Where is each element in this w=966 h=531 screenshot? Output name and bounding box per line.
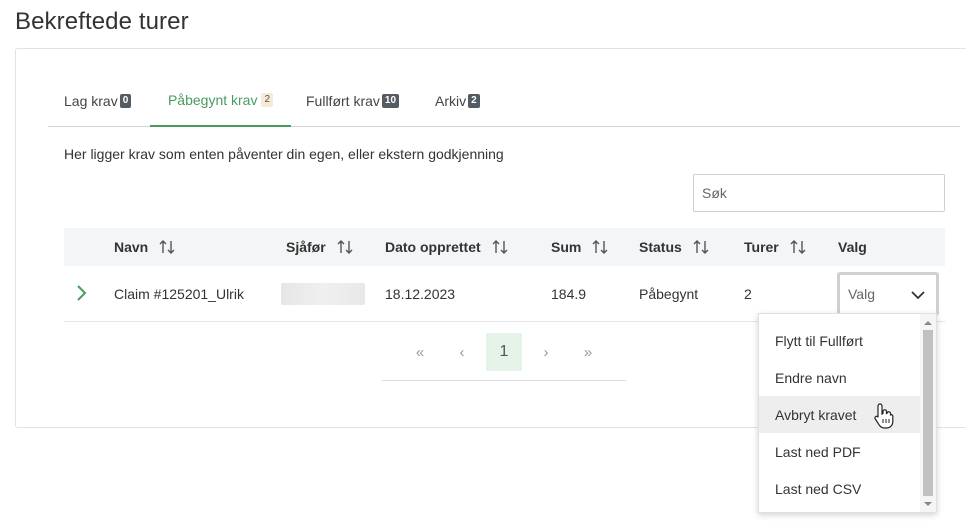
pagination-page-button[interactable]: 1 bbox=[486, 333, 522, 371]
menu-item-last-ned-csv[interactable]: Last ned CSV bbox=[759, 470, 921, 507]
cell-navn: Claim #125201_Ulrik bbox=[114, 286, 244, 302]
tab-bar: Lag krav 0 Påbegynt krav 2 Fullført krav… bbox=[48, 75, 960, 127]
column-label: Turer bbox=[744, 239, 779, 255]
column-label: Status bbox=[639, 239, 682, 255]
tab-count-badge: 2 bbox=[261, 93, 274, 107]
scrollbar-thumb[interactable] bbox=[923, 330, 933, 496]
table-header: Navn Sjåfør Dato opprettet Sum Status Tu… bbox=[64, 228, 945, 266]
cell-status: Påbegynt bbox=[639, 286, 699, 302]
pagination-prev-button[interactable]: ‹ bbox=[444, 333, 480, 371]
pagination-next-button[interactable]: › bbox=[528, 333, 564, 371]
page-title: Bekreftede turer bbox=[15, 8, 189, 35]
cell-sum: 184.9 bbox=[551, 286, 587, 302]
column-label: Sum bbox=[551, 239, 582, 255]
sort-icon[interactable] bbox=[491, 238, 509, 256]
column-header-sum[interactable]: Sum bbox=[551, 228, 609, 266]
hand-cursor-icon bbox=[874, 403, 894, 429]
column-header-navn[interactable]: Navn bbox=[114, 228, 176, 266]
tab-label: Fullført krav bbox=[306, 93, 380, 109]
tab-label: Arkiv bbox=[435, 93, 467, 109]
column-label: Dato opprettet bbox=[385, 239, 481, 255]
pagination-last-button[interactable]: » bbox=[570, 333, 606, 371]
menu-item-last-ned-pdf[interactable]: Last ned PDF bbox=[759, 433, 921, 470]
tab-label: Lag krav bbox=[64, 93, 118, 109]
column-label: Valg bbox=[838, 239, 867, 255]
scroll-up-arrow-icon[interactable] bbox=[924, 319, 932, 327]
tab-lag-krav[interactable]: Lag krav 0 bbox=[64, 75, 132, 127]
sort-icon[interactable] bbox=[336, 238, 354, 256]
menu-scrollbar[interactable] bbox=[920, 314, 936, 512]
valg-dropdown-value: Valg bbox=[848, 286, 875, 302]
sort-icon[interactable] bbox=[591, 238, 609, 256]
menu-item-avbryt-kravet[interactable]: Avbryt kravet bbox=[759, 396, 921, 433]
column-label: Navn bbox=[114, 239, 149, 255]
cell-turer: 2 bbox=[744, 286, 752, 302]
chevron-down-icon bbox=[910, 288, 926, 305]
menu-item-flytt-til-fullfort[interactable]: Flytt til Fullført bbox=[759, 322, 921, 359]
sort-icon[interactable] bbox=[789, 238, 807, 256]
cell-dato: 18.12.2023 bbox=[385, 286, 456, 302]
sort-icon[interactable] bbox=[158, 238, 176, 256]
column-header-turer[interactable]: Turer bbox=[744, 228, 807, 266]
tab-description: Her ligger krav som enten påventer din e… bbox=[64, 146, 504, 162]
tab-count-badge: 10 bbox=[381, 94, 400, 108]
search-input[interactable] bbox=[693, 174, 945, 212]
tab-arkiv[interactable]: Arkiv 2 bbox=[435, 75, 480, 127]
tab-fullfort-krav[interactable]: Fullført krav 10 bbox=[306, 75, 400, 127]
pagination: « ‹ 1 › » bbox=[382, 331, 626, 381]
valg-dropdown-menu: Flytt til Fullført Endre navn Avbryt kra… bbox=[758, 313, 937, 513]
chevron-right-icon[interactable] bbox=[72, 282, 92, 304]
valg-dropdown[interactable]: Valg bbox=[837, 272, 939, 316]
scroll-down-arrow-icon[interactable] bbox=[924, 500, 932, 508]
redacted-driver-name bbox=[281, 283, 365, 305]
menu-item-endre-navn[interactable]: Endre navn bbox=[759, 359, 921, 396]
column-header-status[interactable]: Status bbox=[639, 228, 710, 266]
column-header-dato[interactable]: Dato opprettet bbox=[385, 228, 509, 266]
tab-count-badge: 0 bbox=[119, 94, 132, 108]
tab-label: Påbegynt krav bbox=[167, 92, 258, 108]
pagination-first-button[interactable]: « bbox=[402, 333, 438, 371]
tab-pabegynt-krav[interactable]: Påbegynt krav 2 bbox=[150, 75, 291, 127]
tab-count-badge: 2 bbox=[468, 94, 480, 108]
column-header-sjafor[interactable]: Sjåfør bbox=[286, 228, 354, 266]
sort-icon[interactable] bbox=[692, 238, 710, 256]
column-header-valg: Valg bbox=[838, 228, 867, 266]
column-label: Sjåfør bbox=[286, 239, 326, 255]
